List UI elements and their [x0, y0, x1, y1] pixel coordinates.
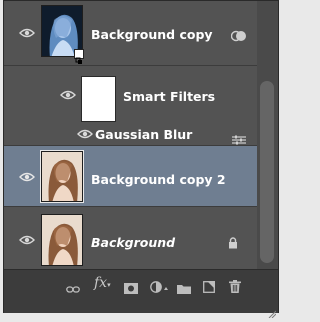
smart-filters-label: Smart Filters	[123, 89, 216, 104]
visibility-eye-icon[interactable]	[19, 172, 35, 182]
layers-toolbar: fx▾	[4, 269, 278, 319]
gaussian-blur-eye-icon[interactable]	[77, 129, 93, 139]
layers-panel: Background copy Smart Filters Gaussian B…	[3, 0, 279, 319]
smart-filters-eye-icon[interactable]	[60, 90, 76, 100]
fx-dropdown-icon: ▾	[107, 281, 111, 289]
resize-grip-icon[interactable]	[268, 303, 277, 319]
link-icon[interactable]	[66, 280, 80, 294]
fx-label: fx	[94, 275, 108, 291]
gaussian-blur-label: Gaussian Blur	[95, 127, 193, 142]
layer-row-background-copy-2[interactable]: Background copy 2	[4, 146, 257, 207]
layer-row-background-copy[interactable]: Background copy	[4, 1, 257, 66]
layer-name-background-copy[interactable]: Background copy	[91, 27, 213, 42]
layer-thumbnail-portrait	[41, 214, 83, 266]
add-mask-icon[interactable]	[124, 279, 138, 294]
lock-icon	[228, 234, 238, 253]
layer-thumbnail-portrait	[40, 150, 84, 203]
scrollbar-thumb[interactable]	[260, 81, 274, 263]
layers-list: Background copy Smart Filters Gaussian B…	[4, 1, 257, 269]
layer-row-background[interactable]: Background	[4, 207, 257, 269]
new-layer-icon[interactable]	[203, 278, 215, 293]
smart-filters-row[interactable]: Smart Filters	[4, 66, 257, 124]
adjustment-layer-icon[interactable]	[150, 278, 168, 293]
smart-object-badge-icon	[74, 49, 84, 64]
fx-icon[interactable]: fx▾	[94, 275, 111, 291]
visibility-eye-icon[interactable]	[19, 235, 35, 245]
layer-name-background[interactable]: Background	[91, 235, 175, 250]
folder-icon[interactable]	[177, 279, 191, 294]
smart-filter-mask-thumbnail[interactable]	[81, 76, 116, 122]
layer-name-background-copy-2[interactable]: Background copy 2	[91, 172, 226, 187]
filter-row-gaussian-blur[interactable]: Gaussian Blur	[4, 124, 257, 146]
visibility-eye-icon[interactable]	[19, 28, 35, 38]
smart-filter-toggle-icon[interactable]	[230, 27, 247, 46]
trash-icon[interactable]	[229, 278, 241, 293]
